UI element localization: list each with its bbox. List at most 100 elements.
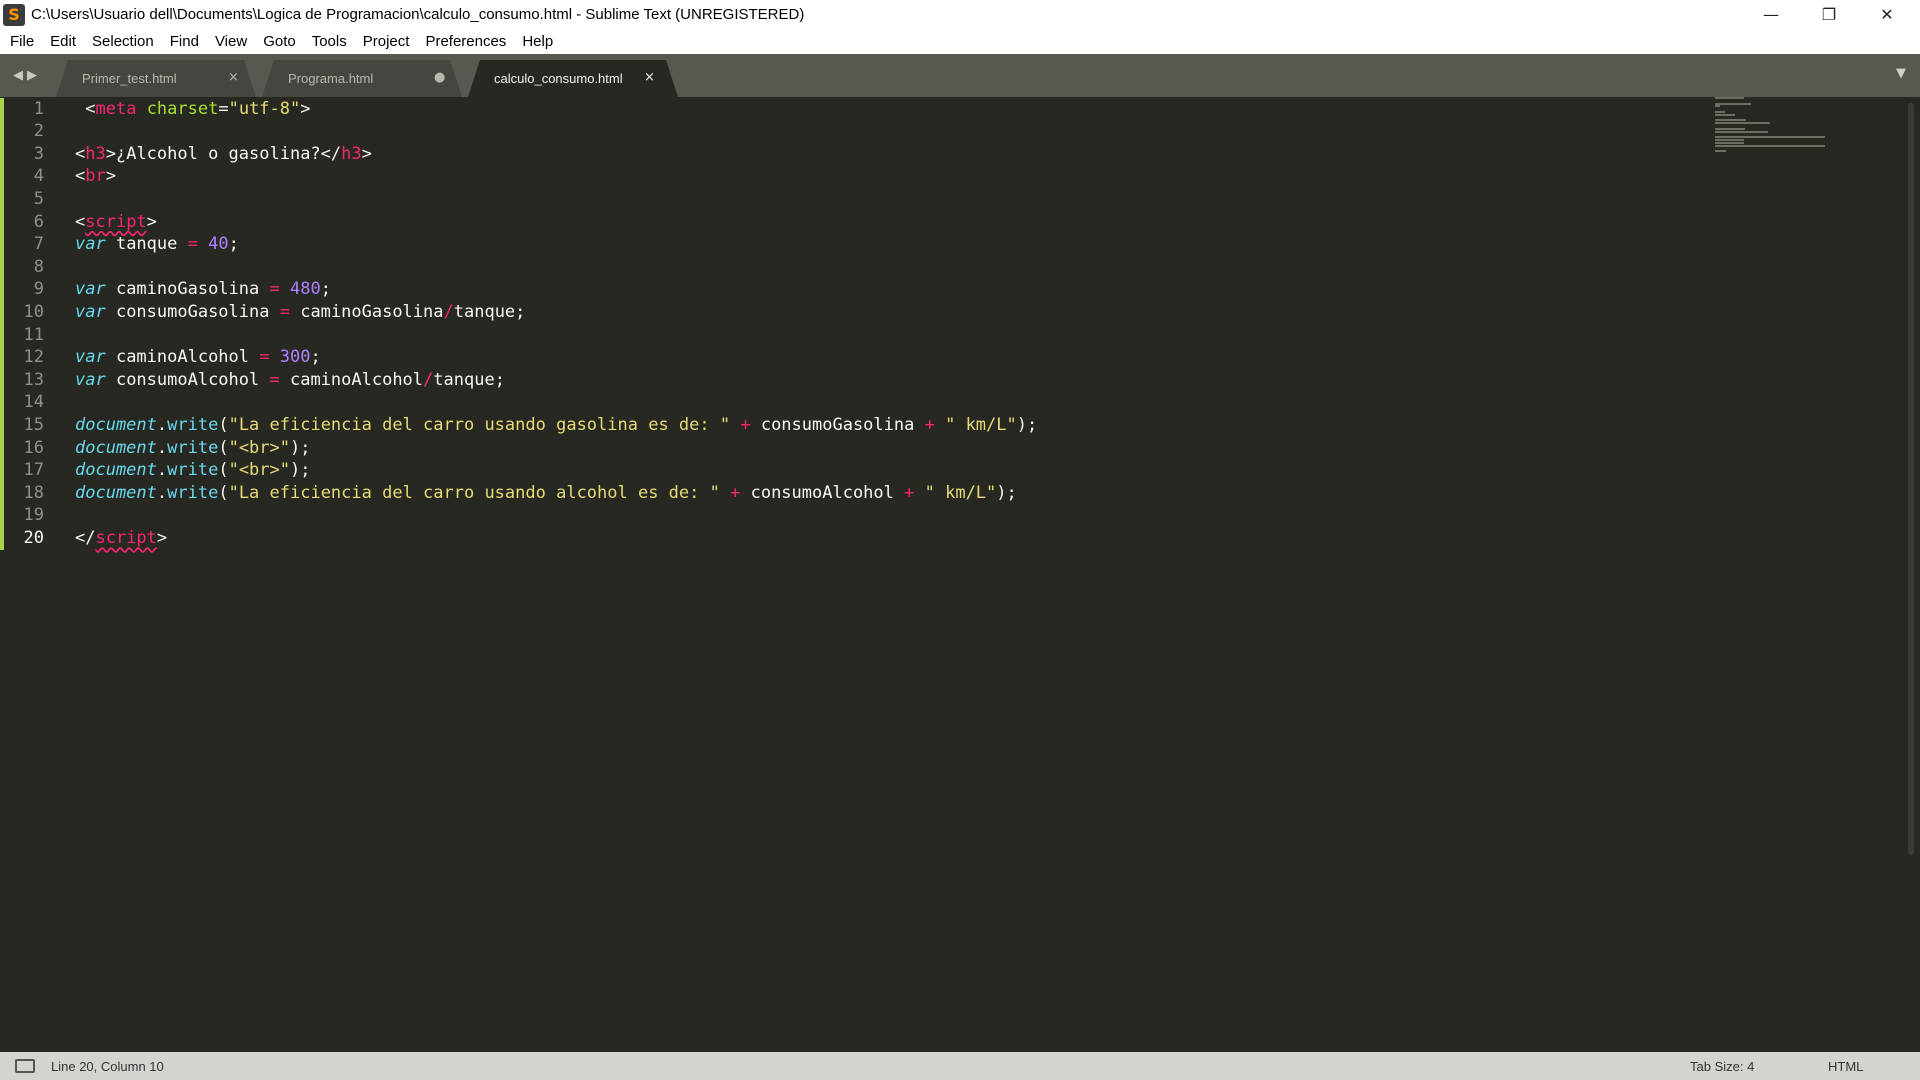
line-number: 5 bbox=[33, 188, 44, 209]
code-token: ( bbox=[218, 437, 229, 458]
code-token: + bbox=[740, 414, 751, 435]
menu-goto[interactable]: Goto bbox=[255, 29, 304, 54]
code-token: tanque; bbox=[453, 301, 526, 322]
code-token: consumoAlcohol bbox=[740, 482, 905, 503]
tab-calculo-consumo[interactable]: calculo_consumo.html × bbox=[468, 60, 678, 97]
minimap[interactable] bbox=[1715, 97, 1835, 157]
code-line[interactable]: <br> bbox=[75, 165, 116, 188]
minimap-line bbox=[1715, 105, 1720, 108]
code-token: write bbox=[167, 482, 219, 503]
code-token: = bbox=[187, 234, 198, 255]
code-token: " km/L" bbox=[945, 414, 1017, 435]
menu-bar: File Edit Selection Find View Goto Tools… bbox=[0, 29, 1920, 54]
menu-help[interactable]: Help bbox=[514, 29, 561, 54]
code-line[interactable]: document.write("<br>"); bbox=[75, 437, 310, 460]
code-token: ( bbox=[218, 414, 229, 435]
tab-close-icon[interactable]: × bbox=[644, 70, 655, 85]
code-token: ; bbox=[320, 279, 331, 300]
line-number: 3 bbox=[33, 143, 44, 164]
syntax-indicator[interactable]: HTML bbox=[1828, 1059, 1863, 1074]
code-token: > bbox=[300, 98, 311, 119]
code-line[interactable]: <script> bbox=[75, 211, 157, 234]
code-token: . bbox=[156, 460, 168, 481]
menu-tools[interactable]: Tools bbox=[304, 29, 355, 54]
code-line[interactable]: var caminoAlcohol = 300; bbox=[75, 346, 321, 369]
code-token: caminoAlcohol bbox=[105, 347, 260, 368]
code-token: br bbox=[85, 166, 106, 187]
menu-project[interactable]: Project bbox=[355, 29, 418, 54]
code-token: h3 bbox=[85, 143, 106, 164]
line-number: 18 bbox=[23, 482, 44, 503]
code-token: write bbox=[167, 460, 219, 481]
line-number: 13 bbox=[23, 369, 44, 390]
code-token: consumoGasolina bbox=[750, 414, 925, 435]
menu-file[interactable]: File bbox=[2, 29, 42, 54]
menu-find[interactable]: Find bbox=[162, 29, 207, 54]
close-window-button[interactable]: ✕ bbox=[1858, 0, 1916, 29]
code-token: caminoAlcohol bbox=[279, 369, 424, 390]
code-line[interactable]: document.write("La eficiencia del carro … bbox=[75, 414, 1037, 437]
code-token: tanque bbox=[105, 234, 188, 255]
minimap-line bbox=[1715, 130, 1768, 133]
line-number: 20 bbox=[23, 527, 44, 548]
minimap-line bbox=[1715, 122, 1770, 125]
line-number: 2 bbox=[33, 121, 44, 142]
code-token: "La eficiencia del carro usando gasolina… bbox=[228, 414, 731, 435]
code-editor[interactable]: 1 2 3 4 5 6 7 8 9 10 11 12 13 14 15 16 17 18 19 20 <meta ch… bbox=[0, 97, 1920, 1052]
code-token: 300 bbox=[279, 347, 311, 368]
line-number: 9 bbox=[33, 279, 44, 300]
tab-dirty-icon[interactable]: ● bbox=[434, 70, 445, 85]
code-line[interactable]: document.write("La eficiencia del carro … bbox=[75, 482, 1017, 505]
code-token: < bbox=[75, 143, 86, 164]
sublime-text-icon: S bbox=[3, 3, 25, 26]
code-line[interactable]: document.write("<br>"); bbox=[75, 459, 310, 482]
line-number: 16 bbox=[23, 437, 44, 458]
tab-close-icon[interactable]: × bbox=[228, 70, 239, 85]
code-token: ); bbox=[996, 482, 1017, 503]
code-token: + bbox=[924, 414, 935, 435]
code-line[interactable]: <h3>¿Alcohol o gasolina?</h3> bbox=[75, 143, 372, 166]
title-bar: S C:\Users\Usuario dell\Documents\Logica… bbox=[0, 0, 1920, 29]
code-token: var bbox=[75, 347, 106, 368]
minimap-line bbox=[1715, 141, 1744, 144]
code-line[interactable]: var consumoGasolina = caminoGasolina/tan… bbox=[75, 301, 525, 324]
tab-programa[interactable]: Programa.html ● bbox=[262, 60, 462, 97]
code-token: >¿Alcohol o gasolina?</ bbox=[105, 143, 342, 164]
code-token: > bbox=[361, 143, 372, 164]
code-line[interactable]: var caminoGasolina = 480; bbox=[75, 278, 331, 301]
chevron-down-icon[interactable]: ▼ bbox=[1896, 66, 1906, 81]
minimap-line bbox=[1715, 127, 1745, 130]
line-number: 6 bbox=[33, 211, 44, 232]
menu-edit[interactable]: Edit bbox=[42, 29, 84, 54]
maximize-button[interactable]: ❐ bbox=[1800, 0, 1858, 29]
code-token: charset bbox=[146, 98, 219, 119]
menu-view[interactable]: View bbox=[207, 29, 255, 54]
minimize-button[interactable]: — bbox=[1742, 0, 1800, 29]
code-token: = bbox=[218, 98, 229, 119]
minimap-line bbox=[1715, 150, 1727, 153]
tab-label: Programa.html bbox=[288, 71, 374, 86]
menu-selection[interactable]: Selection bbox=[84, 29, 162, 54]
code-token: ); bbox=[290, 437, 311, 458]
code-line[interactable]: </script> bbox=[75, 527, 167, 550]
code-token: ); bbox=[1016, 414, 1038, 435]
code-token: = bbox=[269, 279, 280, 300]
code-token: script bbox=[85, 211, 147, 232]
menu-preferences[interactable]: Preferences bbox=[417, 29, 514, 54]
panel-toggle-icon[interactable] bbox=[15, 1059, 35, 1073]
cursor-position: Line 20, Column 10 bbox=[51, 1058, 164, 1074]
tab-nav-arrows-icon[interactable]: ◀▶ bbox=[13, 68, 41, 83]
minimap-line bbox=[1715, 139, 1744, 141]
code-line[interactable]: var tanque = 40; bbox=[75, 233, 239, 256]
code-line[interactable]: var consumoAlcohol = caminoAlcohol/tanqu… bbox=[75, 369, 505, 392]
tab-size-indicator[interactable]: Tab Size: 4 bbox=[1690, 1059, 1754, 1074]
vertical-scrollbar[interactable] bbox=[1908, 103, 1914, 855]
code-line[interactable]: <meta charset="utf-8"> bbox=[75, 98, 311, 121]
tab-primer-test[interactable]: Primer_test.html × bbox=[56, 60, 256, 97]
code-token: + bbox=[904, 482, 915, 503]
line-gutter: 1 2 3 4 5 6 7 8 9 10 11 12 13 14 15 16 17 18 19 20 bbox=[0, 97, 60, 1052]
